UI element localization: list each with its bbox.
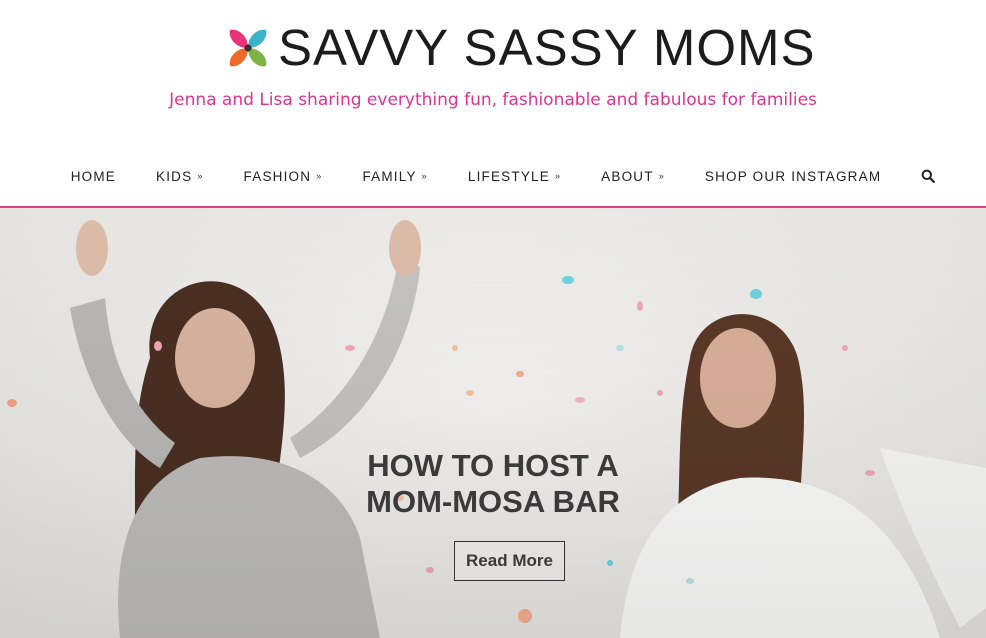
nav-item-label: FASHION: [243, 168, 312, 184]
nav-item-family[interactable]: FAMILY »: [362, 169, 427, 184]
nav-item-fashion[interactable]: FASHION »: [244, 169, 323, 184]
double-chevron-down-icon: »: [421, 171, 428, 181]
nav-item-label: KIDS: [156, 168, 193, 184]
nav-item-kids[interactable]: KIDS »: [156, 169, 204, 184]
nav-item-label: LIFESTYLE: [467, 168, 550, 184]
hero-title[interactable]: HOW TO HOST A MOM-MOSA BAR: [0, 448, 986, 520]
hero-slide[interactable]: HOW TO HOST A MOM-MOSA BAR Read More: [0, 208, 986, 638]
site-tagline: Jenna and Lisa sharing everything fun, f…: [169, 90, 817, 110]
main-nav: HOME KIDS » FASHION » FAMILY » LIFESTYLE…: [0, 160, 986, 192]
nav-item-about[interactable]: ABOUT »: [601, 169, 665, 184]
four-petal-flower-icon: [229, 29, 267, 67]
site-title[interactable]: SAVVY SASSY MOMS: [278, 22, 816, 74]
site-logo[interactable]: SAVVY SASSY MOMS: [226, 22, 816, 74]
read-more-button[interactable]: Read More: [454, 541, 565, 581]
double-chevron-down-icon: »: [197, 171, 204, 181]
nav-item-label: SHOP OUR INSTAGRAM: [704, 168, 882, 184]
site-header: SAVVY SASSY MOMS Jenna and Lisa sharing …: [0, 0, 986, 208]
search-icon[interactable]: [921, 169, 936, 183]
nav-item-shop-instagram[interactable]: SHOP OUR INSTAGRAM: [705, 169, 881, 184]
hero-title-line2: MOM-MOSA BAR: [366, 484, 620, 519]
nav-item-lifestyle[interactable]: LIFESTYLE »: [468, 169, 561, 184]
nav-item-home[interactable]: HOME: [71, 169, 116, 184]
double-chevron-down-icon: »: [658, 171, 665, 181]
nav-item-label: FAMILY: [362, 168, 417, 184]
nav-item-label: ABOUT: [601, 168, 654, 184]
nav-item-label: HOME: [70, 168, 117, 184]
double-chevron-down-icon: »: [554, 171, 562, 181]
double-chevron-down-icon: »: [316, 171, 323, 181]
hero-title-line1: HOW TO HOST A: [367, 448, 619, 483]
